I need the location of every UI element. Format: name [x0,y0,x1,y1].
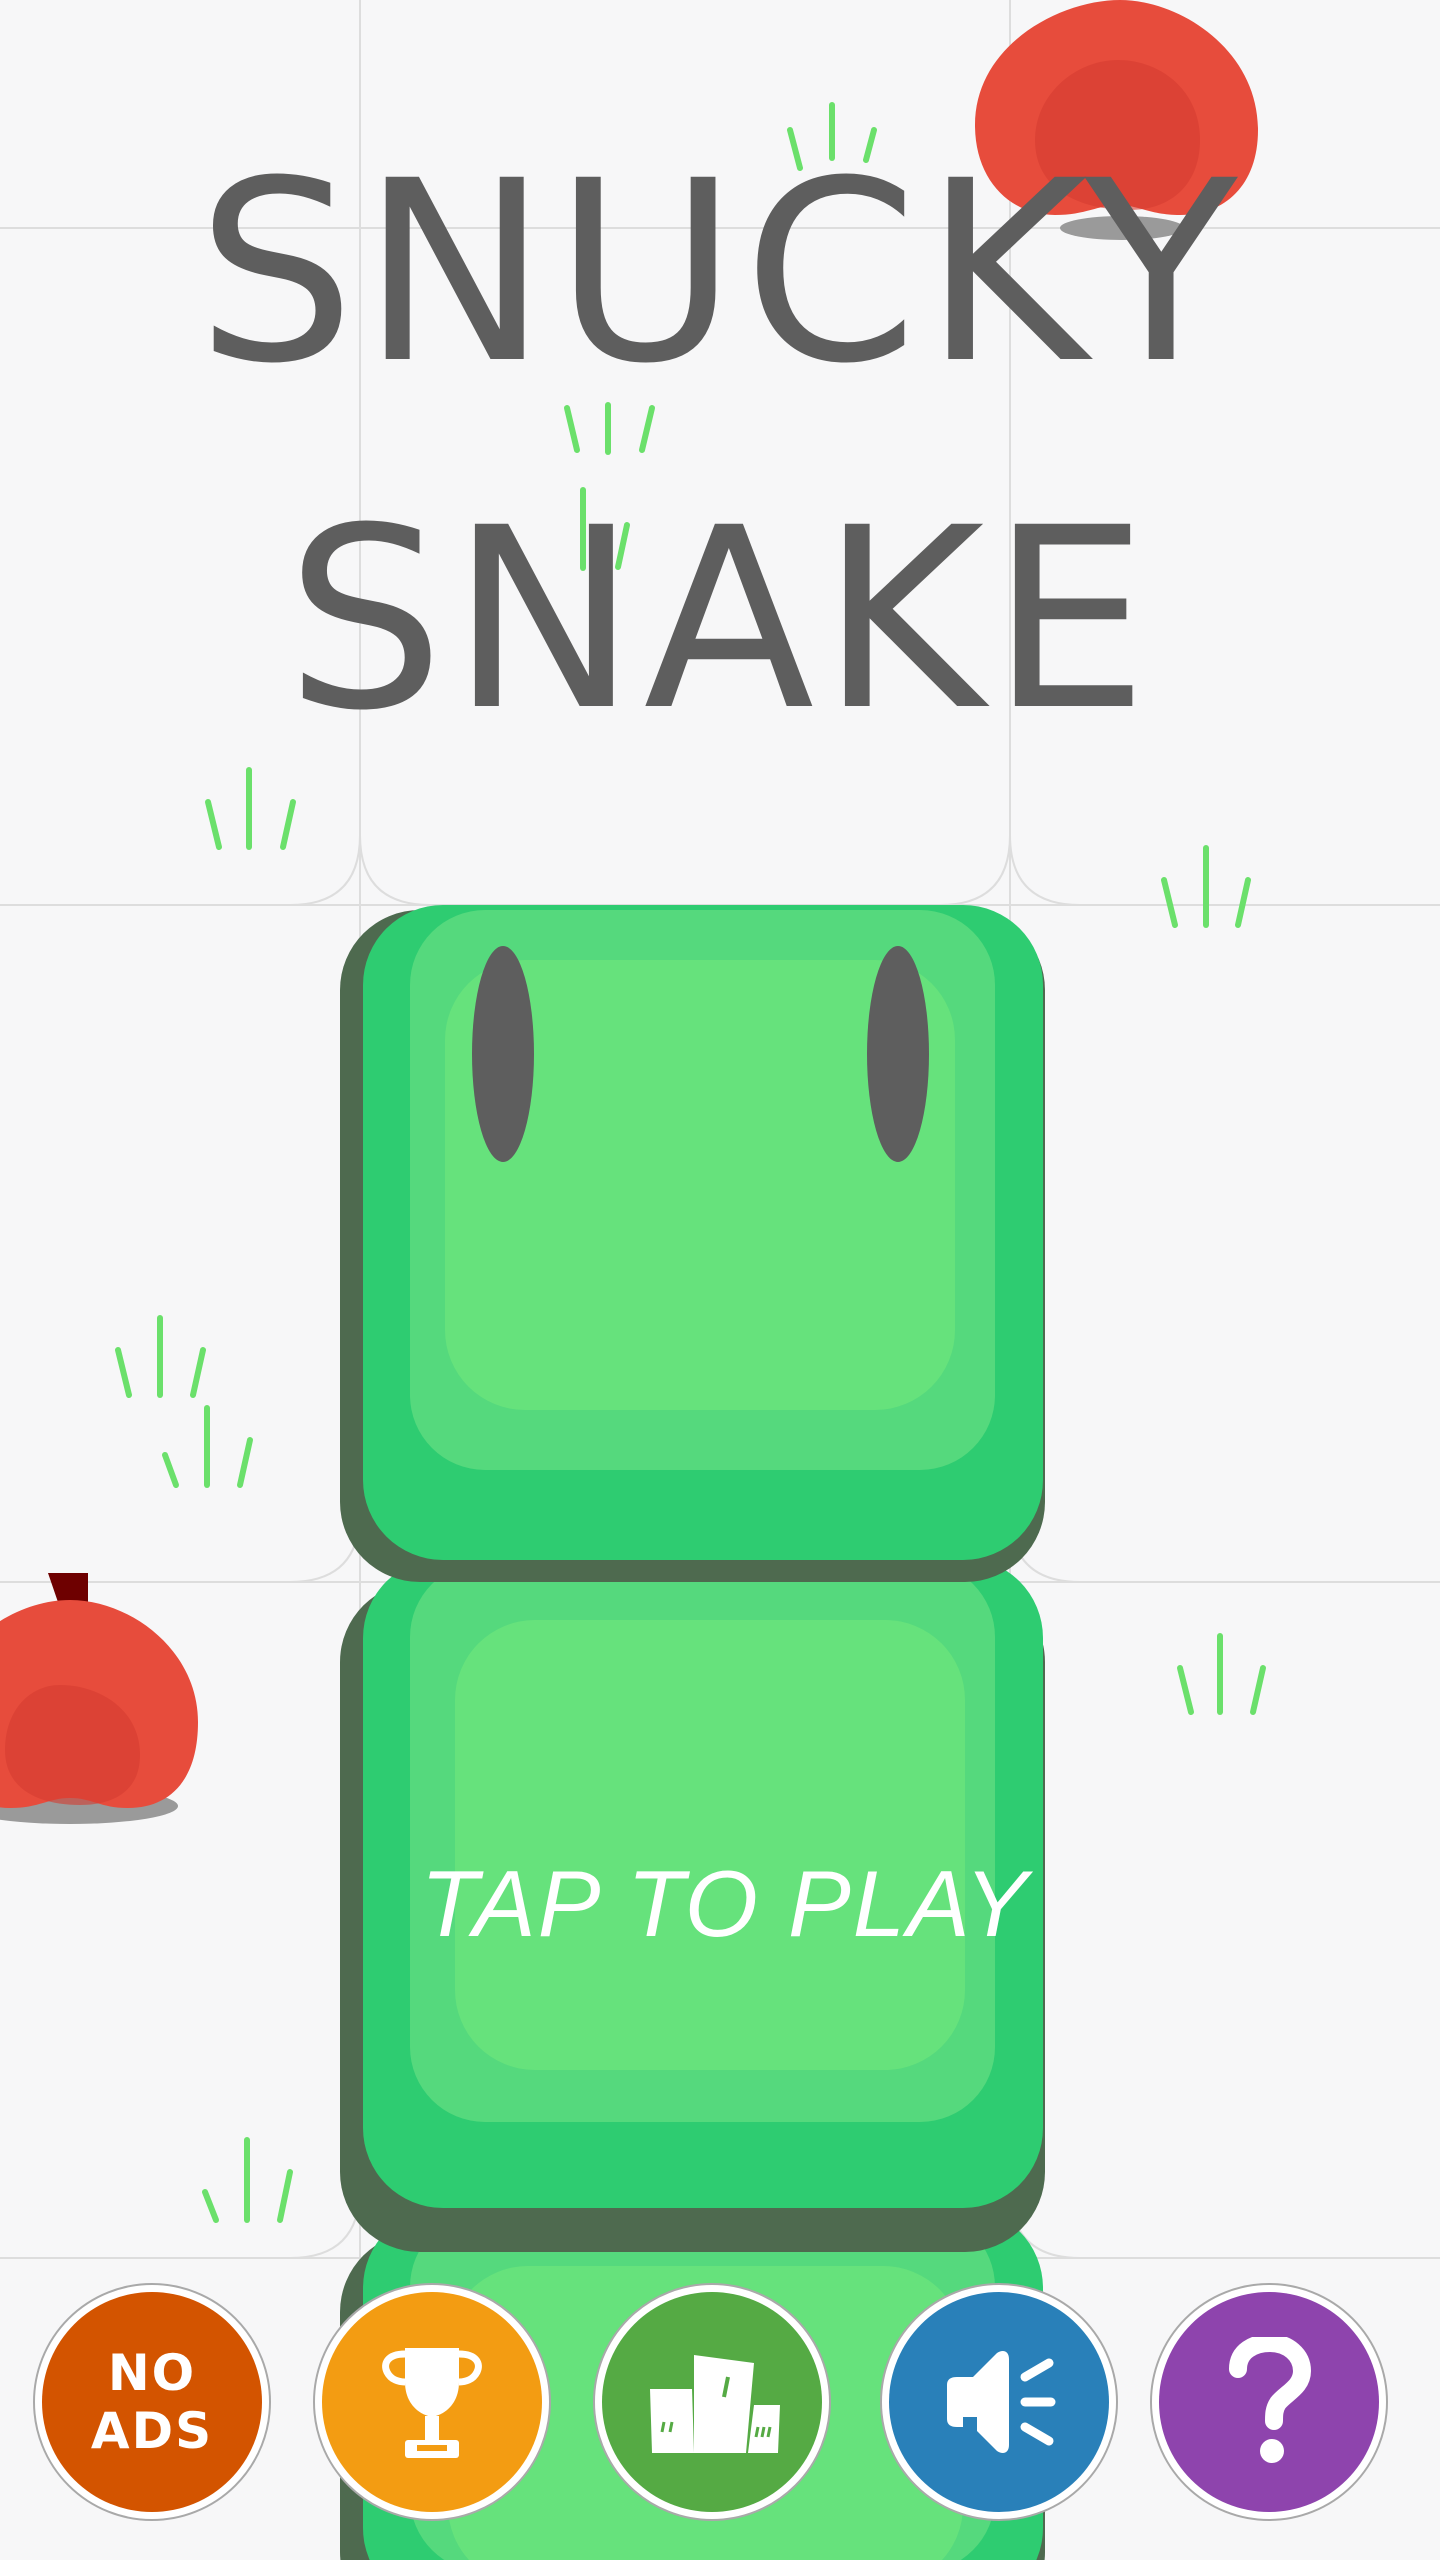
tap-to-play-area[interactable] [340,905,1045,2205]
no-ads-button[interactable]: NO ADS [33,2283,271,2521]
trophy-button[interactable] [313,2283,551,2521]
speaker-icon [947,2351,1056,2453]
podium-icon [650,2355,780,2453]
help-button[interactable] [1150,2283,1388,2521]
no-ads-label-line2: ADS [90,2402,214,2460]
question-icon [1229,2337,1312,2463]
trophy-icon [382,2348,482,2458]
leaderboard-button[interactable] [593,2283,831,2521]
no-ads-label-line1: NO [107,2344,197,2402]
sound-button[interactable] [880,2283,1118,2521]
